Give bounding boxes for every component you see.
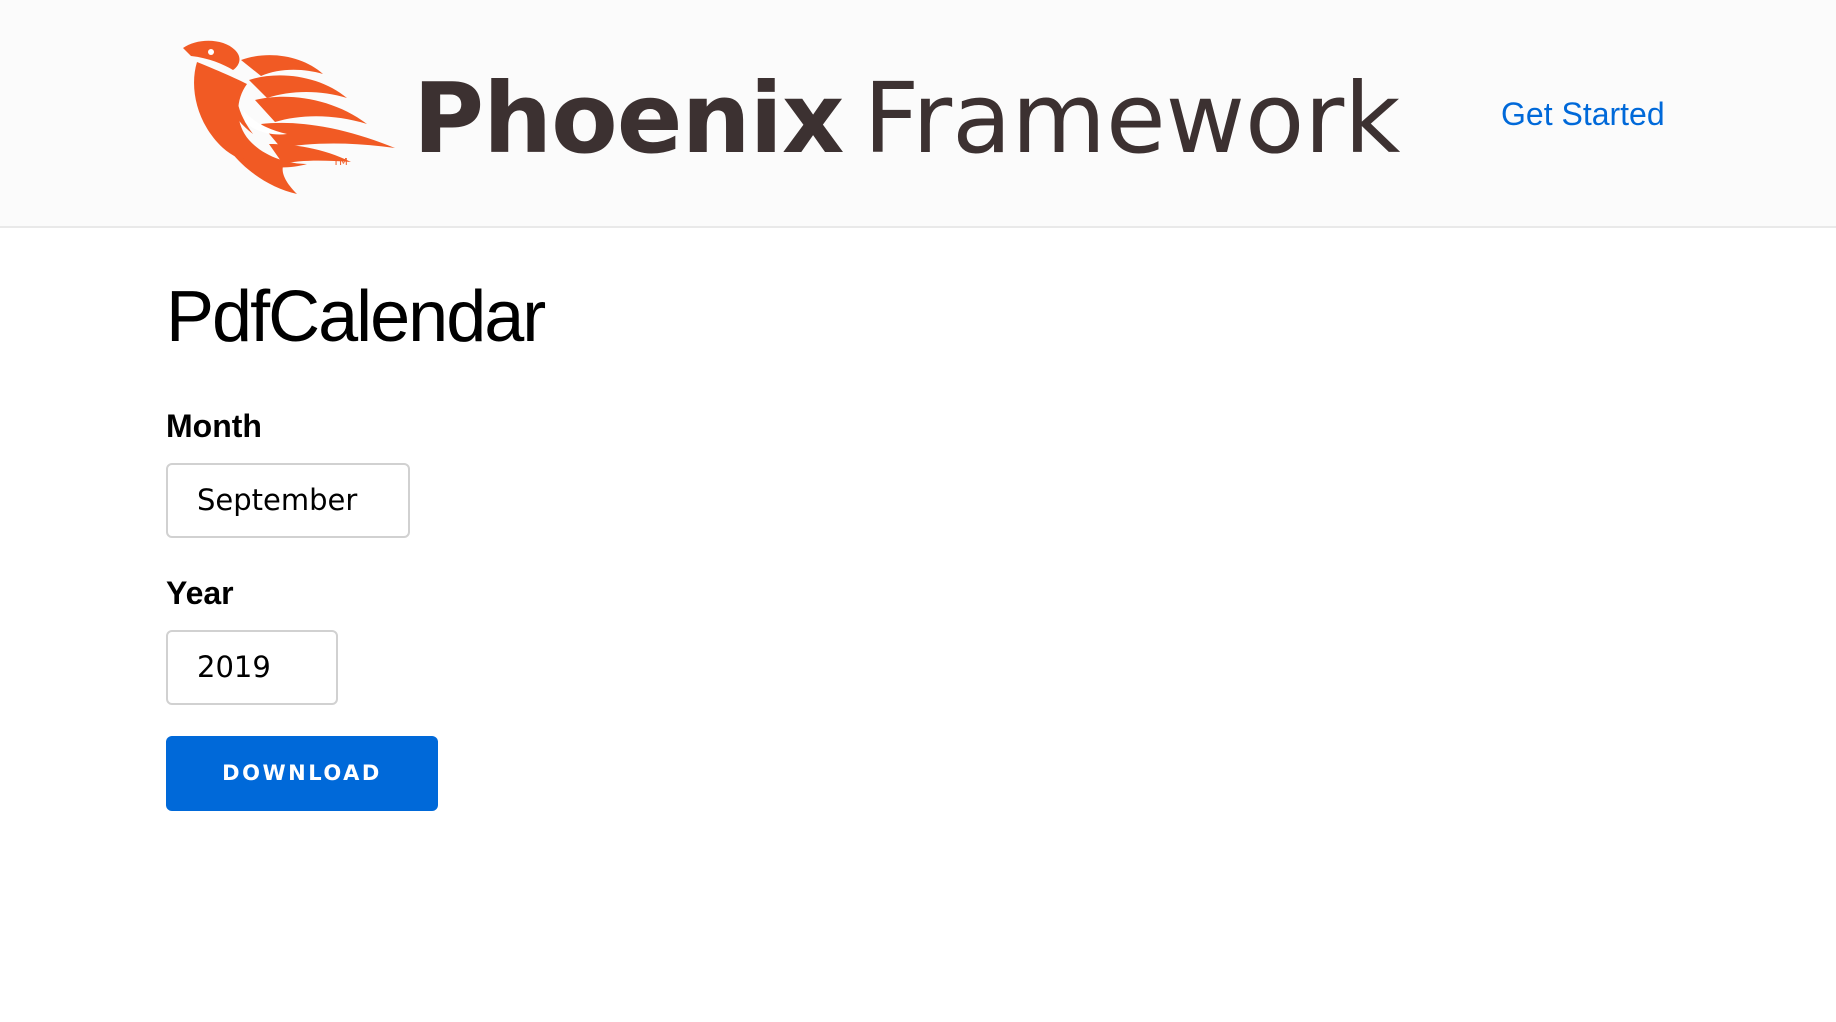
month-label: Month: [166, 408, 262, 444]
month-select[interactable]: September: [166, 463, 410, 538]
year-select[interactable]: 2019: [166, 630, 338, 705]
year-select-value: 2019: [197, 650, 271, 684]
logo-wordmark: Phoenix Framework: [413, 59, 1400, 179]
get-started-link[interactable]: Get Started: [1501, 94, 1665, 134]
year-label: Year: [166, 575, 234, 611]
logo-word-framework: Framework: [863, 62, 1401, 175]
svg-text:TM: TM: [332, 157, 348, 168]
logo-word-phoenix: Phoenix: [413, 62, 844, 175]
phoenix-bird-icon: TM: [183, 40, 395, 194]
phoenix-framework-logo[interactable]: TM Phoenix Framework: [183, 40, 1400, 195]
site-header: TM Phoenix Framework Get Started: [0, 0, 1836, 228]
page-title: PdfCalendar: [166, 277, 546, 357]
month-select-value: September: [197, 483, 358, 517]
download-button[interactable]: DOWNLOAD: [166, 736, 438, 811]
